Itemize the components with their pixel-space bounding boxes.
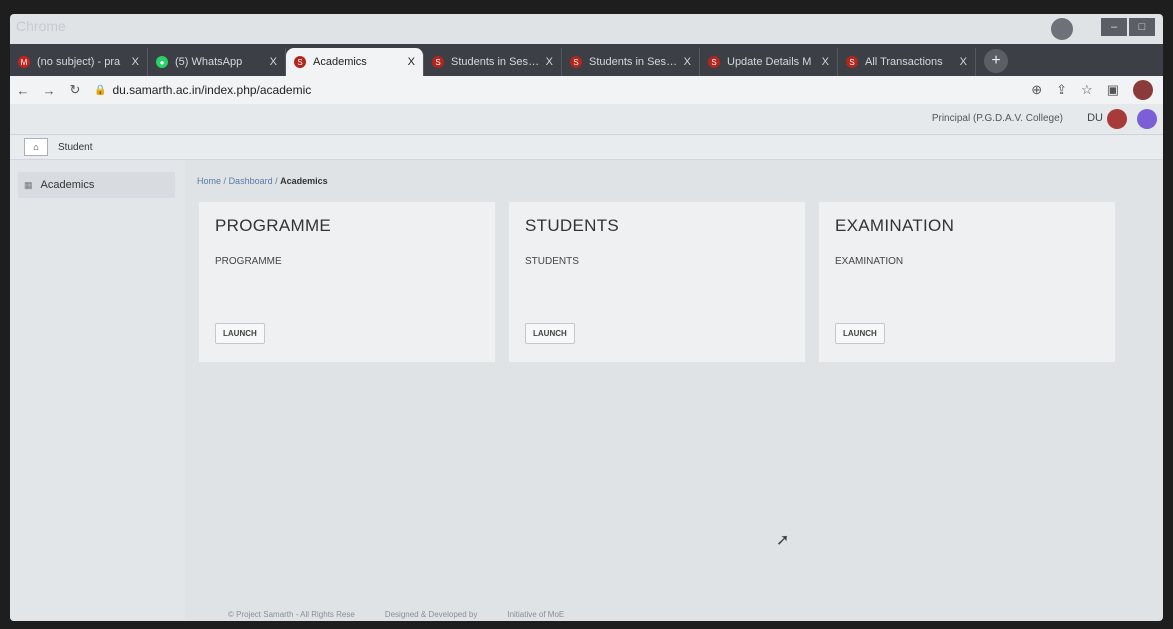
- address-bar-actions: ⊕ ⇪ ☆ ▣: [1031, 80, 1153, 100]
- sidebar-item-label: Academics: [40, 179, 95, 191]
- org-label[interactable]: DU: [1087, 112, 1103, 124]
- programme-card: PROGRAMME PROGRAMME LAUNCH: [198, 201, 496, 363]
- user-role: Principal (P.G.D.A.V. College): [931, 113, 1063, 124]
- samarth-icon: S: [432, 56, 444, 68]
- sidepanel-icon[interactable]: ▣: [1107, 82, 1119, 98]
- menu-icon: ▦: [24, 179, 33, 190]
- samarth-icon: S: [570, 56, 582, 68]
- card-title: STUDENTS: [525, 216, 620, 235]
- app-top-label: Chrome: [16, 18, 66, 34]
- tab-all-transactions[interactable]: S All Transactions X: [838, 48, 976, 76]
- address-bar: ← → ↻ 🔒 du.samarth.ac.in/index.php/acade…: [10, 76, 1163, 104]
- context-bar: ⌂ Student: [10, 135, 1163, 160]
- screen: Chrome M (no subject) - pra X ● (5) What…: [10, 14, 1163, 621]
- footer-copyright: © Project Samarth - All Rights Rese: [228, 610, 355, 619]
- zoom-icon[interactable]: ⊕: [1031, 82, 1042, 98]
- reload-icon[interactable]: ↻: [62, 82, 88, 98]
- tab-label: (5) WhatsApp: [175, 56, 243, 68]
- tab-whatsapp[interactable]: ● (5) WhatsApp X: [148, 48, 286, 76]
- forward-icon[interactable]: →: [36, 83, 62, 98]
- tab-label: Update Details M: [727, 56, 812, 68]
- app-header: Principal (P.G.D.A.V. College) DU: [10, 104, 1163, 135]
- launch-examination-button[interactable]: LAUNCH: [835, 323, 885, 344]
- tab-label: Academics: [313, 56, 367, 68]
- close-icon[interactable]: X: [546, 56, 553, 68]
- close-icon[interactable]: X: [408, 56, 415, 68]
- samarth-icon: S: [294, 56, 306, 68]
- home-icon[interactable]: ⌂: [24, 138, 48, 156]
- url-field[interactable]: du.samarth.ac.in/index.php/academic: [112, 83, 311, 97]
- launch-students-button[interactable]: LAUNCH: [525, 323, 575, 344]
- gmail-icon: M: [18, 56, 30, 68]
- samarth-icon: S: [846, 56, 858, 68]
- module-cards: PROGRAMME PROGRAMME LAUNCH STUDENTS STUD…: [198, 201, 1116, 363]
- card-title: EXAMINATION: [835, 216, 955, 235]
- user-avatar[interactable]: [1107, 109, 1127, 129]
- whatsapp-icon: ●: [156, 56, 168, 68]
- footer-designed: Designed & Developed by: [384, 610, 478, 619]
- profile-avatar[interactable]: [1133, 80, 1153, 100]
- close-icon[interactable]: X: [822, 56, 829, 68]
- sidebar: ▦ Academics: [10, 160, 185, 621]
- tab-academics[interactable]: S Academics X: [286, 48, 424, 76]
- examination-card: EXAMINATION EXAMINATION LAUNCH: [818, 201, 1116, 363]
- card-subtitle: STUDENTS: [525, 256, 579, 267]
- context-label[interactable]: Student: [58, 142, 92, 153]
- tab-label: Students in Sessio: [589, 56, 678, 68]
- window-controls: – □: [1101, 18, 1155, 36]
- breadcrumb-home[interactable]: Home: [197, 176, 221, 186]
- account-avatar[interactable]: [1137, 109, 1157, 129]
- back-icon[interactable]: ←: [10, 83, 36, 98]
- tab-students-session-2[interactable]: S Students in Sessio X: [562, 48, 700, 76]
- star-icon[interactable]: ☆: [1081, 82, 1093, 98]
- share-icon[interactable]: ⇪: [1056, 82, 1067, 98]
- card-subtitle: EXAMINATION: [835, 256, 904, 267]
- mouse-cursor-icon: ➚: [776, 532, 790, 549]
- breadcrumb-sep: /: [223, 176, 227, 186]
- tab-update-details[interactable]: S Update Details M X: [700, 48, 838, 76]
- breadcrumb-sep: /: [275, 176, 278, 186]
- breadcrumb-dashboard[interactable]: Dashboard: [229, 176, 273, 186]
- maximize-icon[interactable]: □: [1129, 18, 1155, 36]
- close-icon[interactable]: X: [684, 56, 691, 68]
- profile-icon[interactable]: [1051, 18, 1073, 40]
- samarth-icon: S: [708, 56, 720, 68]
- close-icon[interactable]: X: [270, 56, 277, 68]
- close-icon[interactable]: X: [960, 56, 967, 68]
- tab-gmail[interactable]: M (no subject) - pra X: [10, 48, 148, 76]
- tab-label: (no subject) - pra: [37, 56, 121, 68]
- lock-icon[interactable]: 🔒: [94, 85, 106, 96]
- tab-strip: M (no subject) - pra X ● (5) WhatsApp X …: [10, 44, 1163, 76]
- tab-students-session-1[interactable]: S Students in Sessio X: [424, 48, 562, 76]
- students-card: STUDENTS STUDENTS LAUNCH: [508, 201, 806, 363]
- card-title: PROGRAMME: [215, 216, 332, 235]
- close-icon[interactable]: X: [132, 56, 139, 68]
- tab-label: All Transactions: [865, 56, 943, 68]
- breadcrumb-current: Academics: [280, 176, 328, 186]
- card-subtitle: PROGRAMME: [215, 256, 282, 267]
- sidebar-item-academics[interactable]: ▦ Academics: [18, 172, 175, 198]
- footer: © Project Samarth - All Rights Rese Desi…: [228, 610, 564, 619]
- tab-label: Students in Sessio: [451, 56, 540, 68]
- launch-programme-button[interactable]: LAUNCH: [215, 323, 265, 344]
- minimize-icon[interactable]: –: [1101, 18, 1127, 36]
- new-tab-button[interactable]: +: [984, 49, 1008, 73]
- breadcrumb: Home / Dashboard / Academics: [197, 176, 328, 186]
- footer-initiative: Initiative of MoE: [507, 610, 565, 619]
